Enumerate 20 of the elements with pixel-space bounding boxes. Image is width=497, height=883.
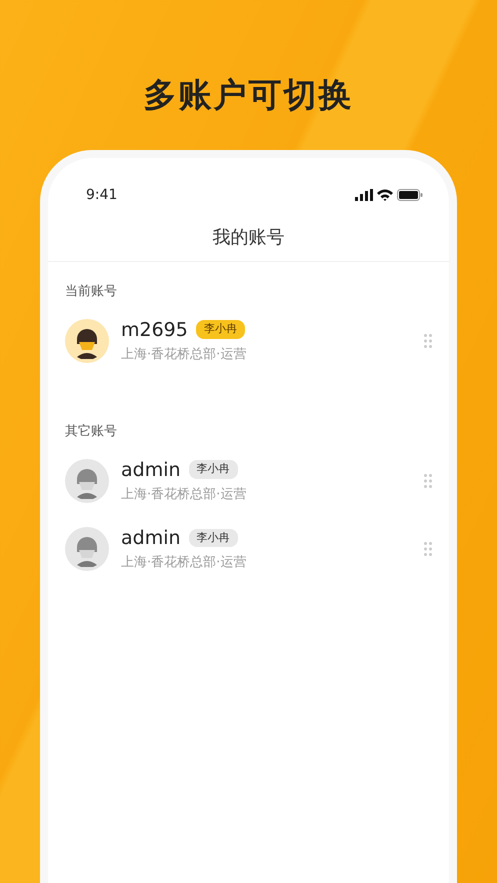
role-tag: 李小冉 <box>188 528 238 548</box>
headline: 多账户可切换 <box>142 74 354 116</box>
department-text: 上海·香花桥总部·运营 <box>121 554 248 572</box>
battery-icon <box>397 189 423 201</box>
section-label: 当前账号 <box>64 283 118 301</box>
status-time: 9:41 <box>86 186 118 204</box>
screen-title: 我的账号 <box>48 214 449 262</box>
username: admin <box>121 458 181 482</box>
department-text: 上海·香花桥总部·运营 <box>121 486 248 504</box>
username: m2695 <box>121 318 188 342</box>
signal-icon <box>355 189 373 201</box>
drag-handle-icon[interactable] <box>424 334 432 348</box>
role-tag: 李小冉 <box>188 460 238 479</box>
drag-handle-icon[interactable] <box>424 474 432 488</box>
wifi-icon <box>377 189 393 201</box>
role-tag: 李小冉 <box>196 320 245 339</box>
username: admin <box>121 526 181 550</box>
section-label: 其它账号 <box>64 423 118 441</box>
drag-handle-icon[interactable] <box>424 542 432 556</box>
department-text: 上海·香花桥总部·运营 <box>121 346 248 364</box>
